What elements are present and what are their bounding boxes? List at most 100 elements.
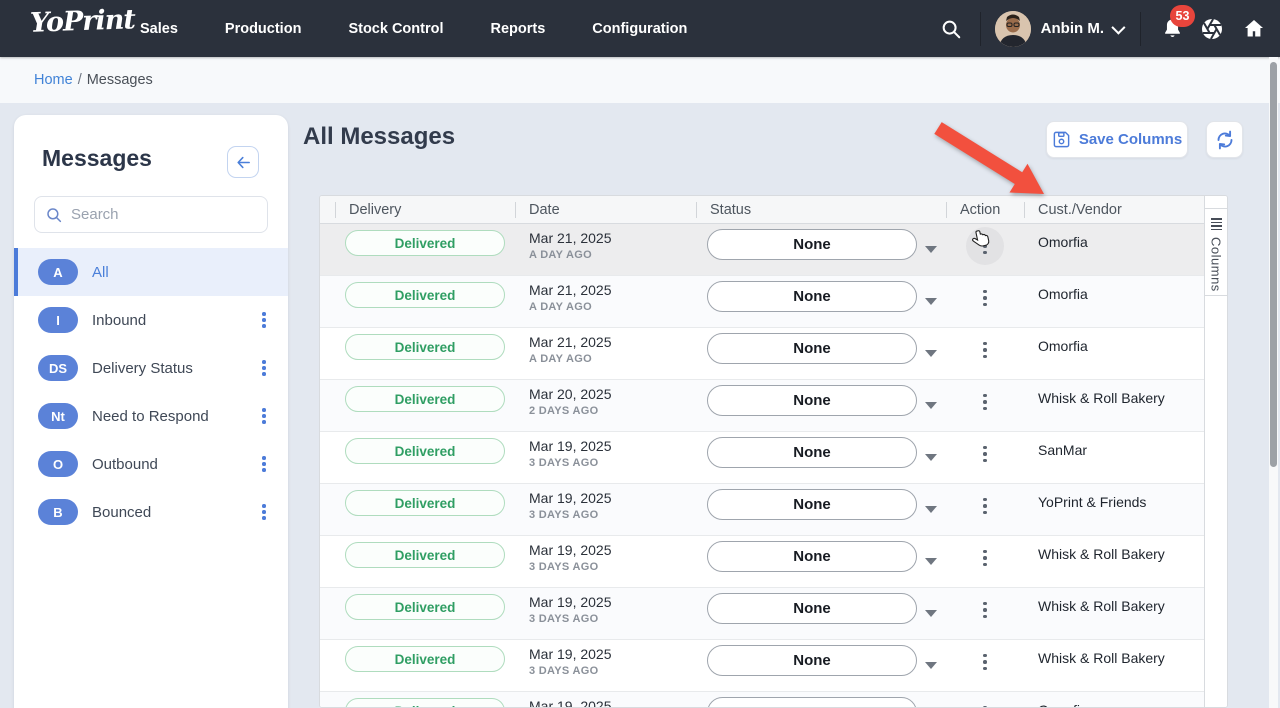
sidebar-item-avatar: Nt [38,403,78,429]
date-value: Mar 20, 2025 [515,380,696,402]
table-row[interactable]: Delivered Mar 20, 2025 2 DAYS AGO None W… [320,380,1204,432]
kebab-menu-icon[interactable] [254,310,274,330]
table-row[interactable]: Delivered Mar 19, 2025 3 DAYS AGO None W… [320,536,1204,588]
sidebar-item[interactable]: I Inbound [14,296,288,344]
status-select[interactable]: None [707,593,917,624]
caret-down-icon[interactable] [925,246,937,253]
caret-down-icon[interactable] [925,350,937,357]
search-icon[interactable] [940,18,962,40]
row-actions-kebab-icon[interactable] [966,331,1004,369]
chevron-down-icon[interactable] [1111,20,1125,34]
caret-down-icon[interactable] [925,558,937,565]
status-select[interactable]: None [707,541,917,572]
row-actions-kebab-icon[interactable] [966,487,1004,525]
status-select[interactable]: None [707,281,917,312]
row-actions-kebab-icon[interactable] [966,227,1004,265]
kebab-menu-icon[interactable] [254,406,274,426]
column-header[interactable]: Status [696,196,946,223]
table-row[interactable]: Delivered Mar 19, 2025 3 DAYS AGO None W… [320,640,1204,692]
user-name[interactable]: Anbin M. [1041,20,1104,37]
sidebar-search-input[interactable] [71,206,241,223]
scrollbar-thumb[interactable] [1270,62,1277,467]
row-actions-kebab-icon[interactable] [966,435,1004,473]
home-icon[interactable] [1242,17,1266,41]
nav-item[interactable]: Stock Control [348,21,443,37]
row-actions-kebab-icon[interactable] [966,695,1004,708]
columns-panel-tab[interactable]: Columns [1204,208,1227,296]
status-select[interactable]: None [707,333,917,364]
delivery-status-badge: Delivered [345,438,505,464]
date-relative: 3 DAYS AGO [515,506,696,521]
columns-bars-icon [1211,218,1222,230]
delivery-status-badge: Delivered [345,334,505,360]
sidebar-title: Messages [42,145,152,172]
delivery-status-badge: Delivered [345,698,505,708]
sidebar-item[interactable]: O Outbound [14,440,288,488]
arrow-left-icon [235,154,252,171]
table-row[interactable]: Delivered Mar 21, 2025 A DAY AGO None Om… [320,276,1204,328]
date-value: Mar 19, 2025 [515,692,696,708]
column-header[interactable]: Action [946,196,1024,223]
status-cell: None [696,640,946,691]
row-spacer [320,328,335,379]
sidebar-item[interactable]: B Bounced [14,488,288,536]
status-cell: None [696,536,946,587]
delivery-cell: Delivered [335,692,515,708]
table-row[interactable]: Delivered Mar 19, 2025 3 DAYS AGO None Y… [320,484,1204,536]
status-select[interactable]: None [707,645,917,676]
save-columns-button[interactable]: Save Columns [1046,121,1188,158]
sidebar-item[interactable]: Nt Need to Respond [14,392,288,440]
date-relative: 2 DAYS AGO [515,402,696,417]
caret-down-icon[interactable] [925,506,937,513]
scrollbar-track[interactable] [1269,57,1278,708]
nav-item[interactable]: Configuration [592,21,687,37]
row-actions-kebab-icon[interactable] [966,643,1004,681]
vendor-cell: Omorfia [1024,276,1204,327]
collapse-sidebar-button[interactable] [227,146,259,178]
table-row[interactable]: Delivered Mar 19, 2025 3 DAYS AGO None O… [320,692,1204,708]
caret-down-icon[interactable] [925,402,937,409]
nav-item[interactable]: Reports [491,21,546,37]
sidebar-item-label: Inbound [92,312,146,329]
aperture-icon[interactable] [1200,17,1224,41]
status-select[interactable]: None [707,385,917,416]
yoprint-logo[interactable]: YoPrint [29,4,135,39]
sidebar-item-avatar: A [38,259,78,285]
kebab-menu-icon[interactable] [254,358,274,378]
row-spacer [320,380,335,431]
caret-down-icon[interactable] [925,454,937,461]
main-nav: Sales Production Stock Control Reports C… [140,0,687,57]
column-header[interactable]: Delivery [335,196,515,223]
caret-down-icon[interactable] [925,662,937,669]
row-actions-kebab-icon[interactable] [966,383,1004,421]
vendor-name: Omorfia [1024,276,1204,302]
nav-item[interactable]: Sales [140,21,178,37]
refresh-button[interactable] [1206,121,1243,158]
table-row[interactable]: Delivered Mar 19, 2025 3 DAYS AGO None S… [320,432,1204,484]
table-row[interactable]: Delivered Mar 19, 2025 3 DAYS AGO None W… [320,588,1204,640]
row-actions-kebab-icon[interactable] [966,539,1004,577]
row-actions-kebab-icon[interactable] [966,591,1004,629]
table-row[interactable]: Delivered Mar 21, 2025 A DAY AGO None Om… [320,224,1204,276]
status-select[interactable]: None [707,229,917,260]
table-row[interactable]: Delivered Mar 21, 2025 A DAY AGO None Om… [320,328,1204,380]
sidebar-item[interactable]: DS Delivery Status [14,344,288,392]
breadcrumb-home-link[interactable]: Home [34,72,73,88]
notifications-bell-icon[interactable]: 53 [1161,17,1184,40]
column-header[interactable]: Date [515,196,696,223]
status-select[interactable]: None [707,489,917,520]
status-select[interactable]: None [707,697,917,708]
nav-item[interactable]: Production [225,21,302,37]
vendor-cell: Whisk & Roll Bakery [1024,536,1204,587]
vendor-cell: Omorfia [1024,328,1204,379]
caret-down-icon[interactable] [925,298,937,305]
column-header[interactable]: Cust./Vendor [1024,196,1204,223]
avatar[interactable] [995,11,1031,47]
sidebar-item[interactable]: A All [14,248,288,296]
kebab-menu-icon[interactable] [254,454,274,474]
status-select[interactable]: None [707,437,917,468]
row-actions-kebab-icon[interactable] [966,279,1004,317]
date-value: Mar 19, 2025 [515,640,696,662]
caret-down-icon[interactable] [925,610,937,617]
kebab-menu-icon[interactable] [254,502,274,522]
